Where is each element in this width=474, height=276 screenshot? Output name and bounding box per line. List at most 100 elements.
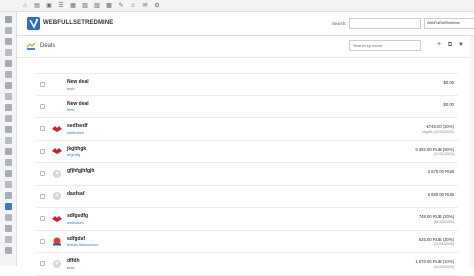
deal-meta: (01/03/2020) <box>433 264 454 269</box>
deal-name[interactable]: gfjhfgjhfgjh <box>67 168 95 174</box>
page-title: Deals <box>40 43 56 49</box>
calendar-icon[interactable]: ▦ <box>70 3 76 9</box>
sidebar-products-icon[interactable] <box>5 214 12 221</box>
wiki-icon[interactable]: ✎ <box>118 3 124 9</box>
sidebar-repo-icon[interactable] <box>5 159 12 166</box>
row-checkbox[interactable] <box>40 261 45 266</box>
projects-icon[interactable]: ▤ <box>34 3 40 9</box>
app-logo-icon[interactable] <box>27 17 40 30</box>
deal-amount: 5 880.00 RUB <box>427 191 454 197</box>
deal-name[interactable]: dasfsaf <box>67 191 85 197</box>
sidebar-reports-icon[interactable] <box>5 225 12 232</box>
deal-name[interactable]: New deal <box>67 79 89 85</box>
deal-name[interactable]: sdfgsdfg <box>67 213 88 219</box>
sidebar-docs-icon[interactable] <box>5 126 12 133</box>
row-checkbox[interactable] <box>40 216 45 221</box>
row-checkbox[interactable] <box>40 171 45 176</box>
table-row[interactable]: sedfsedf webtoken €748.00 (20%) sdgdfs (… <box>36 118 458 141</box>
settings-icon[interactable]: ⚙ <box>154 3 160 9</box>
export-icon[interactable]: ⧉ <box>446 41 454 49</box>
sidebar-wiki-icon[interactable] <box>5 137 12 144</box>
deal-name[interactable]: sdfgdsf <box>67 236 85 242</box>
top-toolbar: ⌂ ▤ ▣ ☰ ▦ ▧ ▨ ▩ ✎ ☺ ✉ ⚙ <box>0 0 474 12</box>
row-checkbox[interactable] <box>40 126 45 131</box>
row-checkbox[interactable] <box>40 148 45 154</box>
deal-amount: 1 570.00 RUB (10%) <box>415 259 454 264</box>
sidebar-forums-icon[interactable] <box>5 170 12 177</box>
files-icon[interactable]: ▩ <box>106 3 112 9</box>
scrollbar[interactable] <box>470 36 474 266</box>
table-row[interactable]: New deal testr $0.00 <box>36 96 458 118</box>
project-select[interactable]: WebFullSetRedmine <box>424 18 474 29</box>
deal-amount: $0.00 <box>443 80 454 85</box>
deal-contact[interactable]: webtoken <box>67 130 84 135</box>
table-row[interactable]: New deal testr $0.00 <box>36 73 458 96</box>
docs-icon[interactable]: ▨ <box>94 3 100 9</box>
filter-icon[interactable]: ▼ <box>457 41 465 49</box>
table-row[interactable]: dasfsaf 5 880.00 RUB <box>36 186 458 208</box>
left-sidebar <box>0 12 17 266</box>
table-row[interactable]: sdfgsdfg webtoken 748.00 RUB (20%) (01/0… <box>36 208 458 231</box>
sidebar-calendar-icon[interactable] <box>5 104 12 111</box>
deal-contact[interactable]: efghdfg <box>67 152 80 157</box>
sidebar-overview-icon[interactable] <box>5 38 12 45</box>
sidebar-invoices-icon[interactable] <box>5 192 12 199</box>
add-icon[interactable]: + <box>435 41 443 49</box>
sidebar-contacts-icon[interactable] <box>5 181 12 188</box>
deal-contact[interactable]: testan financieros <box>67 242 98 247</box>
deal-name[interactable]: dffdh <box>67 258 80 264</box>
deal-meta: (01/03/2020) <box>433 219 454 224</box>
deals-top-icon[interactable]: ✉ <box>142 3 148 9</box>
deal-amount: $0.00 <box>443 101 454 107</box>
search-input[interactable] <box>349 18 421 29</box>
sidebar-settings-icon[interactable] <box>5 236 12 243</box>
deal-search-input[interactable] <box>349 40 421 51</box>
deal-name[interactable]: sedfsedf <box>67 123 88 129</box>
home-icon[interactable]: ⌂ <box>22 3 28 9</box>
deal-amount: 535.00 RUB (30%) <box>418 236 454 242</box>
avatar-icon <box>52 259 62 268</box>
table-row[interactable]: gfjhfgjhfgjh 2 670.00 RUB <box>36 163 458 186</box>
deal-contact[interactable]: testr <box>67 107 75 112</box>
sidebar-time-icon[interactable] <box>5 82 12 89</box>
row-checkbox[interactable] <box>40 82 45 87</box>
sidebar-add-icon[interactable] <box>5 27 12 34</box>
news-icon[interactable]: ▧ <box>82 3 88 9</box>
brand-name[interactable]: WEBFULLSETREDMINE <box>43 20 113 26</box>
company-logo-icon <box>52 237 62 246</box>
table-row[interactable]: dffdh testr 1 570.00 RUB (10%) (01/03/20… <box>36 253 458 276</box>
deal-amount: 9 382.00 RUB (50%) <box>415 146 454 152</box>
company-logo-icon <box>52 214 62 223</box>
row-checkbox[interactable] <box>40 193 45 199</box>
table-row[interactable]: jkghhgk efghdfg 9 382.00 RUB (50%) (21/0… <box>36 141 458 163</box>
sidebar-deals-icon[interactable] <box>5 203 12 210</box>
deal-name[interactable]: New deal <box>67 101 89 107</box>
deal-contact[interactable]: testr <box>67 86 75 91</box>
deal-amount: 748.00 RUB (20%) <box>418 214 454 219</box>
sidebar-gantt-icon[interactable] <box>5 93 12 100</box>
avatar-icon <box>52 169 62 178</box>
search-label: Search: <box>332 21 347 26</box>
deal-meta: (21/01/2020) <box>433 242 454 246</box>
sidebar-news-icon[interactable] <box>5 115 12 122</box>
page-titlebar: Deals + ⧉ ▼ <box>17 36 474 58</box>
issues-icon[interactable]: ☰ <box>58 3 64 9</box>
sidebar-help-icon[interactable] <box>5 247 12 254</box>
deal-contact[interactable]: testr <box>67 265 75 270</box>
row-checkbox[interactable] <box>40 238 45 244</box>
deal-amount: €748.00 (20%) <box>426 124 454 129</box>
activity-icon[interactable]: ▣ <box>46 3 52 9</box>
contacts-icon[interactable]: ☺ <box>130 3 136 9</box>
sidebar-files-icon[interactable] <box>5 148 12 155</box>
sidebar-users-icon[interactable] <box>5 60 12 67</box>
table-row[interactable]: sdfgdsf testan financieros 535.00 RUB (3… <box>36 231 458 253</box>
sidebar-menu-icon[interactable] <box>5 16 12 23</box>
deals-list: New deal testr $0.00 New deal testr $0.0… <box>36 73 458 276</box>
row-checkbox[interactable] <box>40 103 45 109</box>
deal-name[interactable]: jkghhgk <box>67 146 86 152</box>
sidebar-issues-icon[interactable] <box>5 71 12 78</box>
deal-contact[interactable]: webtoken <box>67 220 84 225</box>
sidebar-activity-icon[interactable] <box>5 49 12 56</box>
deal-meta: sdgdfs (01/03/2020) <box>422 129 454 134</box>
app-header: WEBFULLSETREDMINE Search: WebFullSetRedm… <box>17 12 474 36</box>
